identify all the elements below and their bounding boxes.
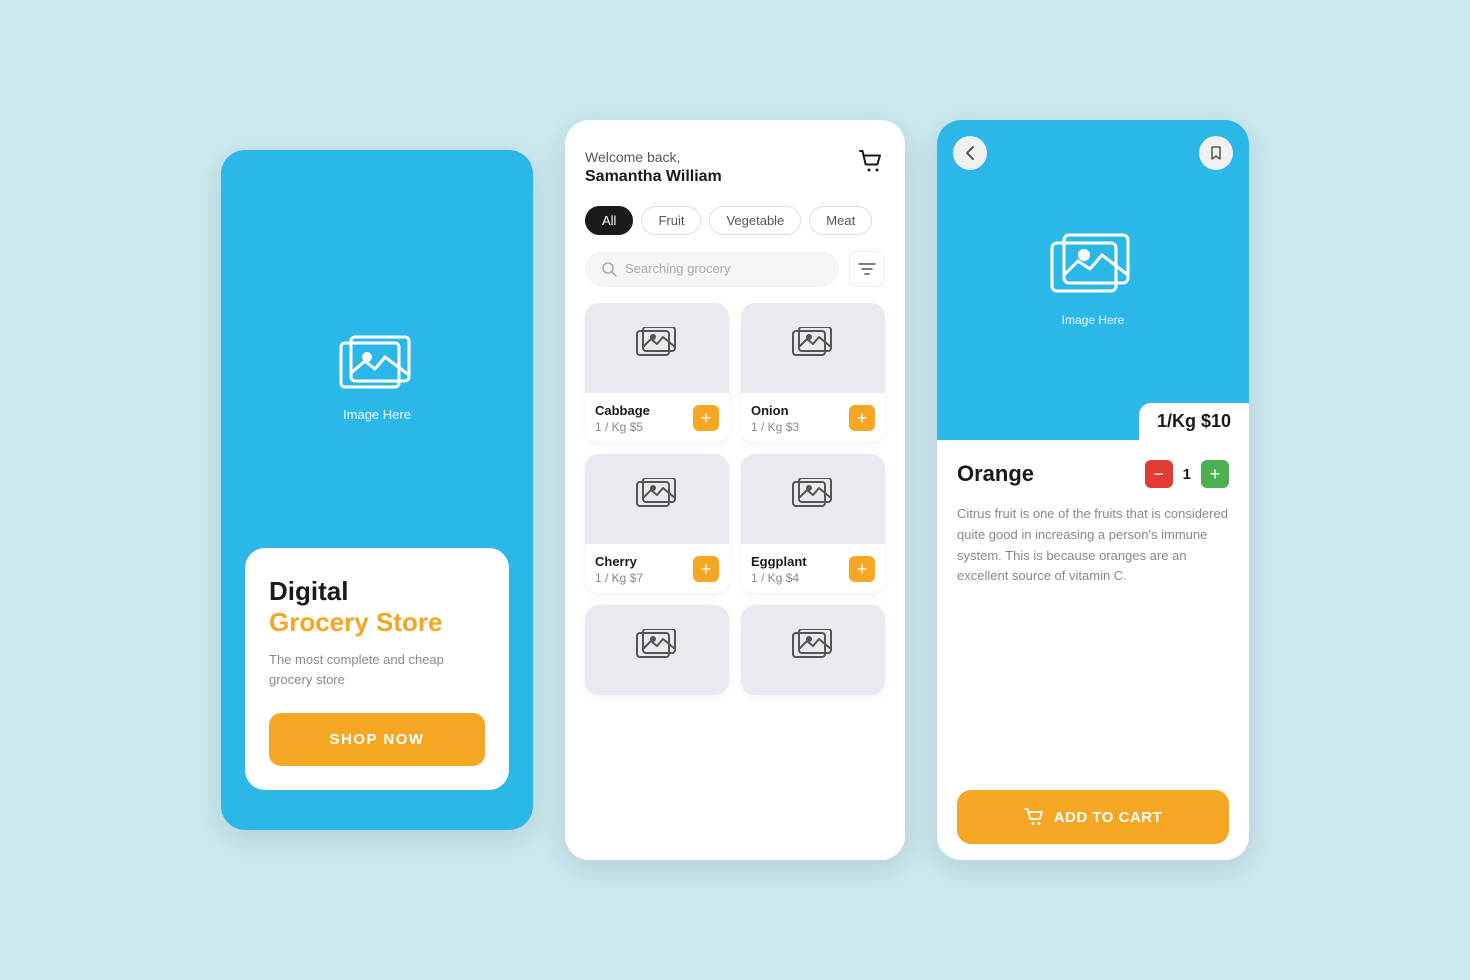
product-card-item6	[741, 605, 885, 695]
splash-title-line2: Grocery Store	[269, 607, 485, 638]
product-image-onion	[741, 303, 885, 393]
splash-title-line1: Digital	[269, 576, 485, 607]
cart-icon[interactable]	[857, 148, 885, 176]
add-to-cart-button[interactable]: ADD TO CART	[957, 790, 1229, 844]
product-detail-image-area: Image Here 1/Kg $10	[937, 120, 1249, 440]
detail-image-label: Image Here	[1062, 313, 1125, 327]
product-card-eggplant: Eggplant 1 / Kg $4 +	[741, 454, 885, 593]
product-card-onion: Onion 1 / Kg $3 +	[741, 303, 885, 442]
add-cabbage-button[interactable]: +	[693, 405, 719, 431]
product-img-icon	[791, 629, 835, 670]
tab-meat[interactable]: Meat	[809, 206, 872, 235]
product-img-icon	[635, 478, 679, 519]
quantity-value: 1	[1183, 466, 1191, 483]
splash-subtitle: The most complete and cheap grocery stor…	[269, 650, 485, 689]
product-card-cabbage: Cabbage 1 / Kg $5 +	[585, 303, 729, 442]
screens-container: Image Here Digital Grocery Store The mos…	[181, 60, 1289, 920]
welcome-text: Welcome back,	[585, 148, 722, 168]
product-image-eggplant	[741, 454, 885, 544]
product-name-cherry: Cherry	[595, 554, 643, 569]
product-price-eggplant: 1 / Kg $4	[751, 571, 807, 585]
detail-product-image: Image Here	[1048, 233, 1138, 327]
listing-header: Welcome back, Samantha William	[585, 148, 885, 186]
shop-now-button[interactable]: SHOP NOW	[269, 713, 485, 766]
add-to-cart-label: ADD TO CART	[1054, 809, 1163, 826]
search-icon	[601, 261, 617, 277]
products-grid: Cabbage 1 / Kg $5 +	[585, 303, 885, 695]
product-image-cherry	[585, 454, 729, 544]
cart-icon-btn	[1024, 808, 1044, 826]
product-name-cabbage: Cabbage	[595, 403, 650, 418]
search-row: Searching grocery	[585, 251, 885, 287]
tab-fruit[interactable]: Fruit	[641, 206, 701, 235]
product-detail-name: Orange	[957, 461, 1034, 487]
filter-icon	[858, 262, 876, 276]
detail-image-icon	[1048, 233, 1138, 305]
product-info-eggplant: Eggplant 1 / Kg $4 +	[741, 544, 885, 593]
user-name: Samantha William	[585, 168, 722, 186]
product-name-eggplant: Eggplant	[751, 554, 807, 569]
product-info-onion: Onion 1 / Kg $3 +	[741, 393, 885, 442]
quantity-minus-button[interactable]: −	[1145, 460, 1173, 488]
product-img-icon	[791, 478, 835, 519]
product-img-icon	[791, 327, 835, 368]
tab-vegetable[interactable]: Vegetable	[709, 206, 801, 235]
bookmark-button[interactable]	[1199, 136, 1233, 170]
product-img-icon	[635, 629, 679, 670]
product-price-cherry: 1 / Kg $7	[595, 571, 643, 585]
product-card-item5	[585, 605, 729, 695]
tab-all[interactable]: All	[585, 206, 633, 235]
product-price-onion: 1 / Kg $3	[751, 420, 799, 434]
product-image-cabbage	[585, 303, 729, 393]
product-image-item5	[585, 605, 729, 695]
add-eggplant-button[interactable]: +	[849, 556, 875, 582]
add-cherry-button[interactable]: +	[693, 556, 719, 582]
bookmark-icon	[1210, 145, 1222, 161]
product-detail-name-row: Orange − 1 +	[957, 460, 1229, 488]
splash-image-icon	[337, 335, 417, 399]
product-description: Citrus fruit is one of the fruits that i…	[957, 504, 1229, 774]
product-name-onion: Onion	[751, 403, 799, 418]
filter-button[interactable]	[849, 251, 885, 287]
product-info-cabbage: Cabbage 1 / Kg $5 +	[585, 393, 729, 442]
product-card-cherry: Cherry 1 / Kg $7 +	[585, 454, 729, 593]
welcome-block: Welcome back, Samantha William	[585, 148, 722, 186]
screen-splash: Image Here Digital Grocery Store The mos…	[221, 150, 533, 830]
back-button[interactable]	[953, 136, 987, 170]
product-img-icon	[635, 327, 679, 368]
splash-image-area: Image Here	[337, 210, 417, 548]
quantity-plus-button[interactable]: +	[1201, 460, 1229, 488]
price-tag: 1/Kg $10	[1139, 403, 1249, 440]
product-info-cherry: Cherry 1 / Kg $7 +	[585, 544, 729, 593]
add-onion-button[interactable]: +	[849, 405, 875, 431]
product-image-item6	[741, 605, 885, 695]
product-price-cabbage: 1 / Kg $5	[595, 420, 650, 434]
category-tabs: All Fruit Vegetable Meat	[585, 206, 885, 235]
search-bar[interactable]: Searching grocery	[585, 251, 839, 287]
splash-image-label: Image Here	[343, 407, 411, 422]
price-tag-value: 1/Kg $10	[1157, 411, 1231, 431]
splash-card: Digital Grocery Store The most complete …	[245, 548, 509, 790]
screen-product-detail: Image Here 1/Kg $10 Orange − 1 + Citrus …	[937, 120, 1249, 860]
quantity-control: − 1 +	[1145, 460, 1229, 488]
screen-listing: Welcome back, Samantha William All Fruit…	[565, 120, 905, 860]
search-placeholder: Searching grocery	[625, 261, 731, 276]
product-detail-info: Orange − 1 + Citrus fruit is one of the …	[937, 440, 1249, 860]
detail-nav	[937, 136, 1249, 170]
chevron-left-icon	[965, 145, 975, 161]
